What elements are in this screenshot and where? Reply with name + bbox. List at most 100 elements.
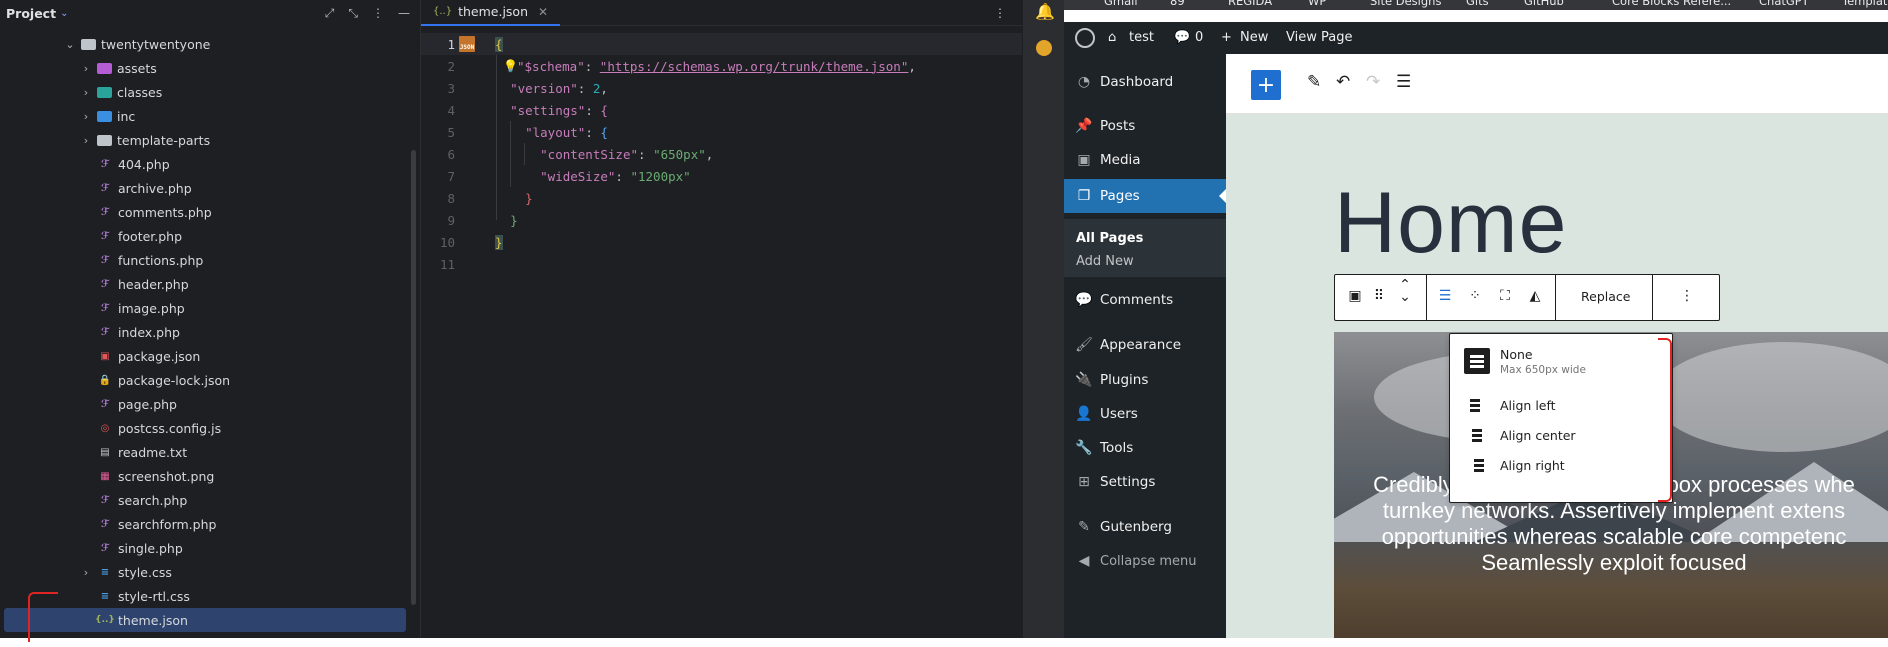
align-left-option[interactable]: Align left xyxy=(1464,392,1556,418)
tree-item[interactable]: › assets xyxy=(0,56,410,80)
more-options-icon[interactable]: ⋮ xyxy=(1672,288,1702,304)
tree-item[interactable]: › ≡ style.css xyxy=(0,560,410,584)
tree-item[interactable]: ℱsearch.php xyxy=(0,488,410,512)
tree-item[interactable]: ℱpage.php xyxy=(0,392,410,416)
fullscreen-icon[interactable]: ⛶ xyxy=(1490,288,1520,304)
bookmark[interactable]: 89 xyxy=(1170,0,1185,8)
redo-icon[interactable]: ↷ xyxy=(1366,72,1380,92)
menu-label: Tools xyxy=(1100,440,1134,456)
expand-all-icon[interactable]: ⤢ xyxy=(325,6,335,21)
wordpress-logo-icon[interactable] xyxy=(1075,28,1095,48)
chevron-right-icon[interactable]: › xyxy=(78,86,94,99)
menu-posts[interactable]: 📌 Posts xyxy=(1064,109,1226,143)
menu-media[interactable]: ▣ Media xyxy=(1064,143,1226,177)
tree-item[interactable]: 🔒 package-lock.json xyxy=(0,368,410,392)
submenu-add-new[interactable]: Add New xyxy=(1076,254,1134,269)
lightbulb-icon[interactable]: 💡 xyxy=(503,59,518,73)
tree-item[interactable]: ℱcomments.php xyxy=(0,200,410,224)
bookmark[interactable]: GitHub xyxy=(1524,0,1564,8)
menu-plugins[interactable]: 🔌 Plugins xyxy=(1064,363,1226,397)
chevron-down-icon[interactable]: ⌄ xyxy=(62,38,78,51)
tree-item[interactable]: ℱsingle.php xyxy=(0,536,410,560)
menu-users[interactable]: 👤 Users xyxy=(1064,397,1226,431)
submenu-all-pages[interactable]: All Pages xyxy=(1076,231,1143,246)
menu-appearance[interactable]: 🖌 Appearance xyxy=(1064,328,1226,362)
close-icon[interactable]: ✕ xyxy=(538,5,548,19)
menu-gutenberg[interactable]: ✎ Gutenberg xyxy=(1064,510,1226,544)
tree-item[interactable]: ≡ style-rtl.css xyxy=(0,584,410,608)
menu-settings[interactable]: ⊞ Settings xyxy=(1064,465,1226,499)
tab-theme-json[interactable]: {..} theme.json ✕ xyxy=(421,0,561,26)
view-page-link[interactable]: View Page xyxy=(1286,30,1352,45)
menu-pages[interactable]: ❐ Pages xyxy=(1064,179,1227,213)
chevron-right-icon[interactable]: › xyxy=(78,134,94,147)
home-icon[interactable]: ⌂ xyxy=(1108,30,1116,45)
tree-item[interactable]: ℱsearchform.php xyxy=(0,512,410,536)
tree-item[interactable]: › classes xyxy=(0,80,410,104)
tree-item[interactable]: ▣ package.json xyxy=(0,344,410,368)
options-icon[interactable]: ⋮ xyxy=(372,6,384,20)
move-up-down-icon[interactable]: ⌃ ⌄ xyxy=(1390,278,1420,304)
bookmark[interactable]: WP xyxy=(1308,0,1326,8)
comments-count[interactable]: 0 xyxy=(1195,30,1203,45)
wrench-icon: 🔧 xyxy=(1075,440,1093,456)
menu-dashboard[interactable]: ◔ Dashboard xyxy=(1064,65,1226,99)
tree-item[interactable]: {..} theme.json xyxy=(4,608,406,632)
replace-button[interactable]: Replace xyxy=(1581,289,1630,304)
json-url-link[interactable]: "https://schemas.wp.org/trunk/theme.json… xyxy=(600,59,909,74)
menu-collapse[interactable]: ◀ Collapse menu xyxy=(1064,544,1226,578)
new-link[interactable]: New xyxy=(1240,30,1268,45)
bookmark[interactable]: Core Blocks Refere... xyxy=(1612,0,1731,8)
tree-item[interactable]: ℱarchive.php xyxy=(0,176,410,200)
bookmark[interactable]: Site Designs xyxy=(1370,0,1441,8)
code-area[interactable]: ✓ 1 JSON { 2 💡 "$schema": "https://schem… xyxy=(421,33,1022,275)
bookmark[interactable]: Gmail xyxy=(1104,0,1138,8)
bookmark[interactable]: Templat xyxy=(1842,0,1887,8)
tree-item[interactable]: ℱfunctions.php xyxy=(0,248,410,272)
chevron-right-icon[interactable]: › xyxy=(78,110,94,123)
menu-tools[interactable]: 🔧 Tools xyxy=(1064,431,1226,465)
align-center-option[interactable]: Align center xyxy=(1464,422,1576,448)
chevron-right-icon[interactable]: › xyxy=(78,62,94,75)
comment-icon[interactable]: 💬 xyxy=(1174,30,1190,45)
page-title-heading[interactable]: Home xyxy=(1334,174,1567,273)
list-view-icon[interactable]: ☰ xyxy=(1396,72,1411,92)
duotone-icon[interactable]: ◭ xyxy=(1520,288,1550,304)
tree-item[interactable]: ◎ postcss.config.js xyxy=(0,416,410,440)
site-name-link[interactable]: test xyxy=(1129,30,1154,45)
undo-icon[interactable]: ↶ xyxy=(1336,72,1350,92)
align-icon[interactable]: ☰ xyxy=(1430,288,1460,304)
add-block-button[interactable]: + xyxy=(1251,70,1281,100)
bookmark[interactable]: ChatGPT xyxy=(1759,0,1809,8)
tree-item[interactable]: ℱfooter.php xyxy=(0,224,410,248)
plus-icon[interactable]: + xyxy=(1221,30,1232,45)
collapse-all-icon[interactable]: ⤡ xyxy=(348,6,358,21)
toolbar-divider xyxy=(1555,275,1556,320)
notifications-icon[interactable]: 🔔 xyxy=(1035,2,1055,21)
tree-item[interactable]: ⌄ twentytwentyone xyxy=(0,32,410,56)
tree-item[interactable]: ℱindex.php xyxy=(0,320,410,344)
database-icon[interactable] xyxy=(1036,40,1052,56)
project-title[interactable]: Project xyxy=(6,6,56,21)
tree-item[interactable]: ▤ readme.txt xyxy=(0,440,410,464)
toolbar-divider xyxy=(1652,275,1653,320)
hide-panel-icon[interactable]: — xyxy=(398,6,410,20)
pencil-icon[interactable]: ✎ xyxy=(1307,72,1321,92)
tree-item[interactable]: ℱimage.php xyxy=(0,296,410,320)
tree-item-label: functions.php xyxy=(118,252,204,268)
bookmark[interactable]: REGIDA xyxy=(1228,0,1272,8)
menu-comments[interactable]: 💬 Comments xyxy=(1064,283,1226,317)
align-right-option[interactable]: Align right xyxy=(1464,452,1565,478)
tree-item[interactable]: › template-parts xyxy=(0,128,410,152)
content-position-icon[interactable]: ⁘ xyxy=(1460,288,1490,304)
tree-item[interactable]: › inc xyxy=(0,104,410,128)
chevron-down-icon[interactable]: ⌄ xyxy=(60,8,68,19)
tab-options-icon[interactable]: ⋮ xyxy=(994,6,1006,20)
align-none-option[interactable]: None Max 650px wide xyxy=(1464,347,1586,376)
bookmark[interactable]: Gits xyxy=(1466,0,1489,8)
project-scrollbar[interactable] xyxy=(411,150,416,605)
tree-item[interactable]: ▦ screenshot.png xyxy=(0,464,410,488)
tree-item[interactable]: ℱ 404.php xyxy=(0,152,410,176)
chevron-right-icon[interactable]: › xyxy=(78,566,94,579)
tree-item[interactable]: ℱheader.php xyxy=(0,272,410,296)
